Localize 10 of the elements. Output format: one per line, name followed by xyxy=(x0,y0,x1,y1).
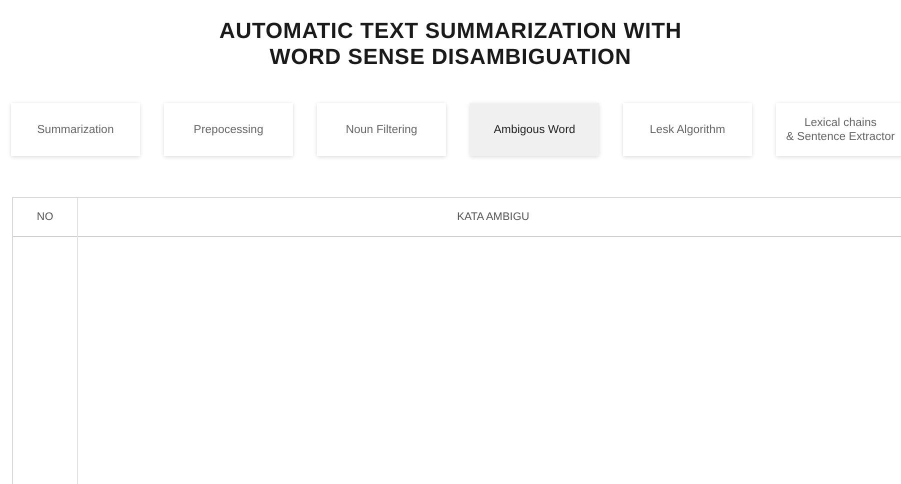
page-title: AUTOMATIC TEXT SUMMARIZATION WITH xyxy=(219,18,682,44)
tab[interactable]: Lesk Algorithm xyxy=(623,103,752,156)
tab[interactable]: Ambigous Word xyxy=(470,103,599,156)
tab[interactable]: Lexical chains & Sentence Extractor xyxy=(776,103,901,156)
tab[interactable]: Prepocessing xyxy=(164,103,293,156)
tab[interactable]: Summarization xyxy=(11,103,140,156)
column-header: NO xyxy=(13,198,77,237)
page-title: WORD SENSE DISAMBIGUATION xyxy=(270,44,632,70)
column-header: KATA AMBIGU xyxy=(457,210,530,225)
tab[interactable]: Noun Filtering xyxy=(317,103,446,156)
